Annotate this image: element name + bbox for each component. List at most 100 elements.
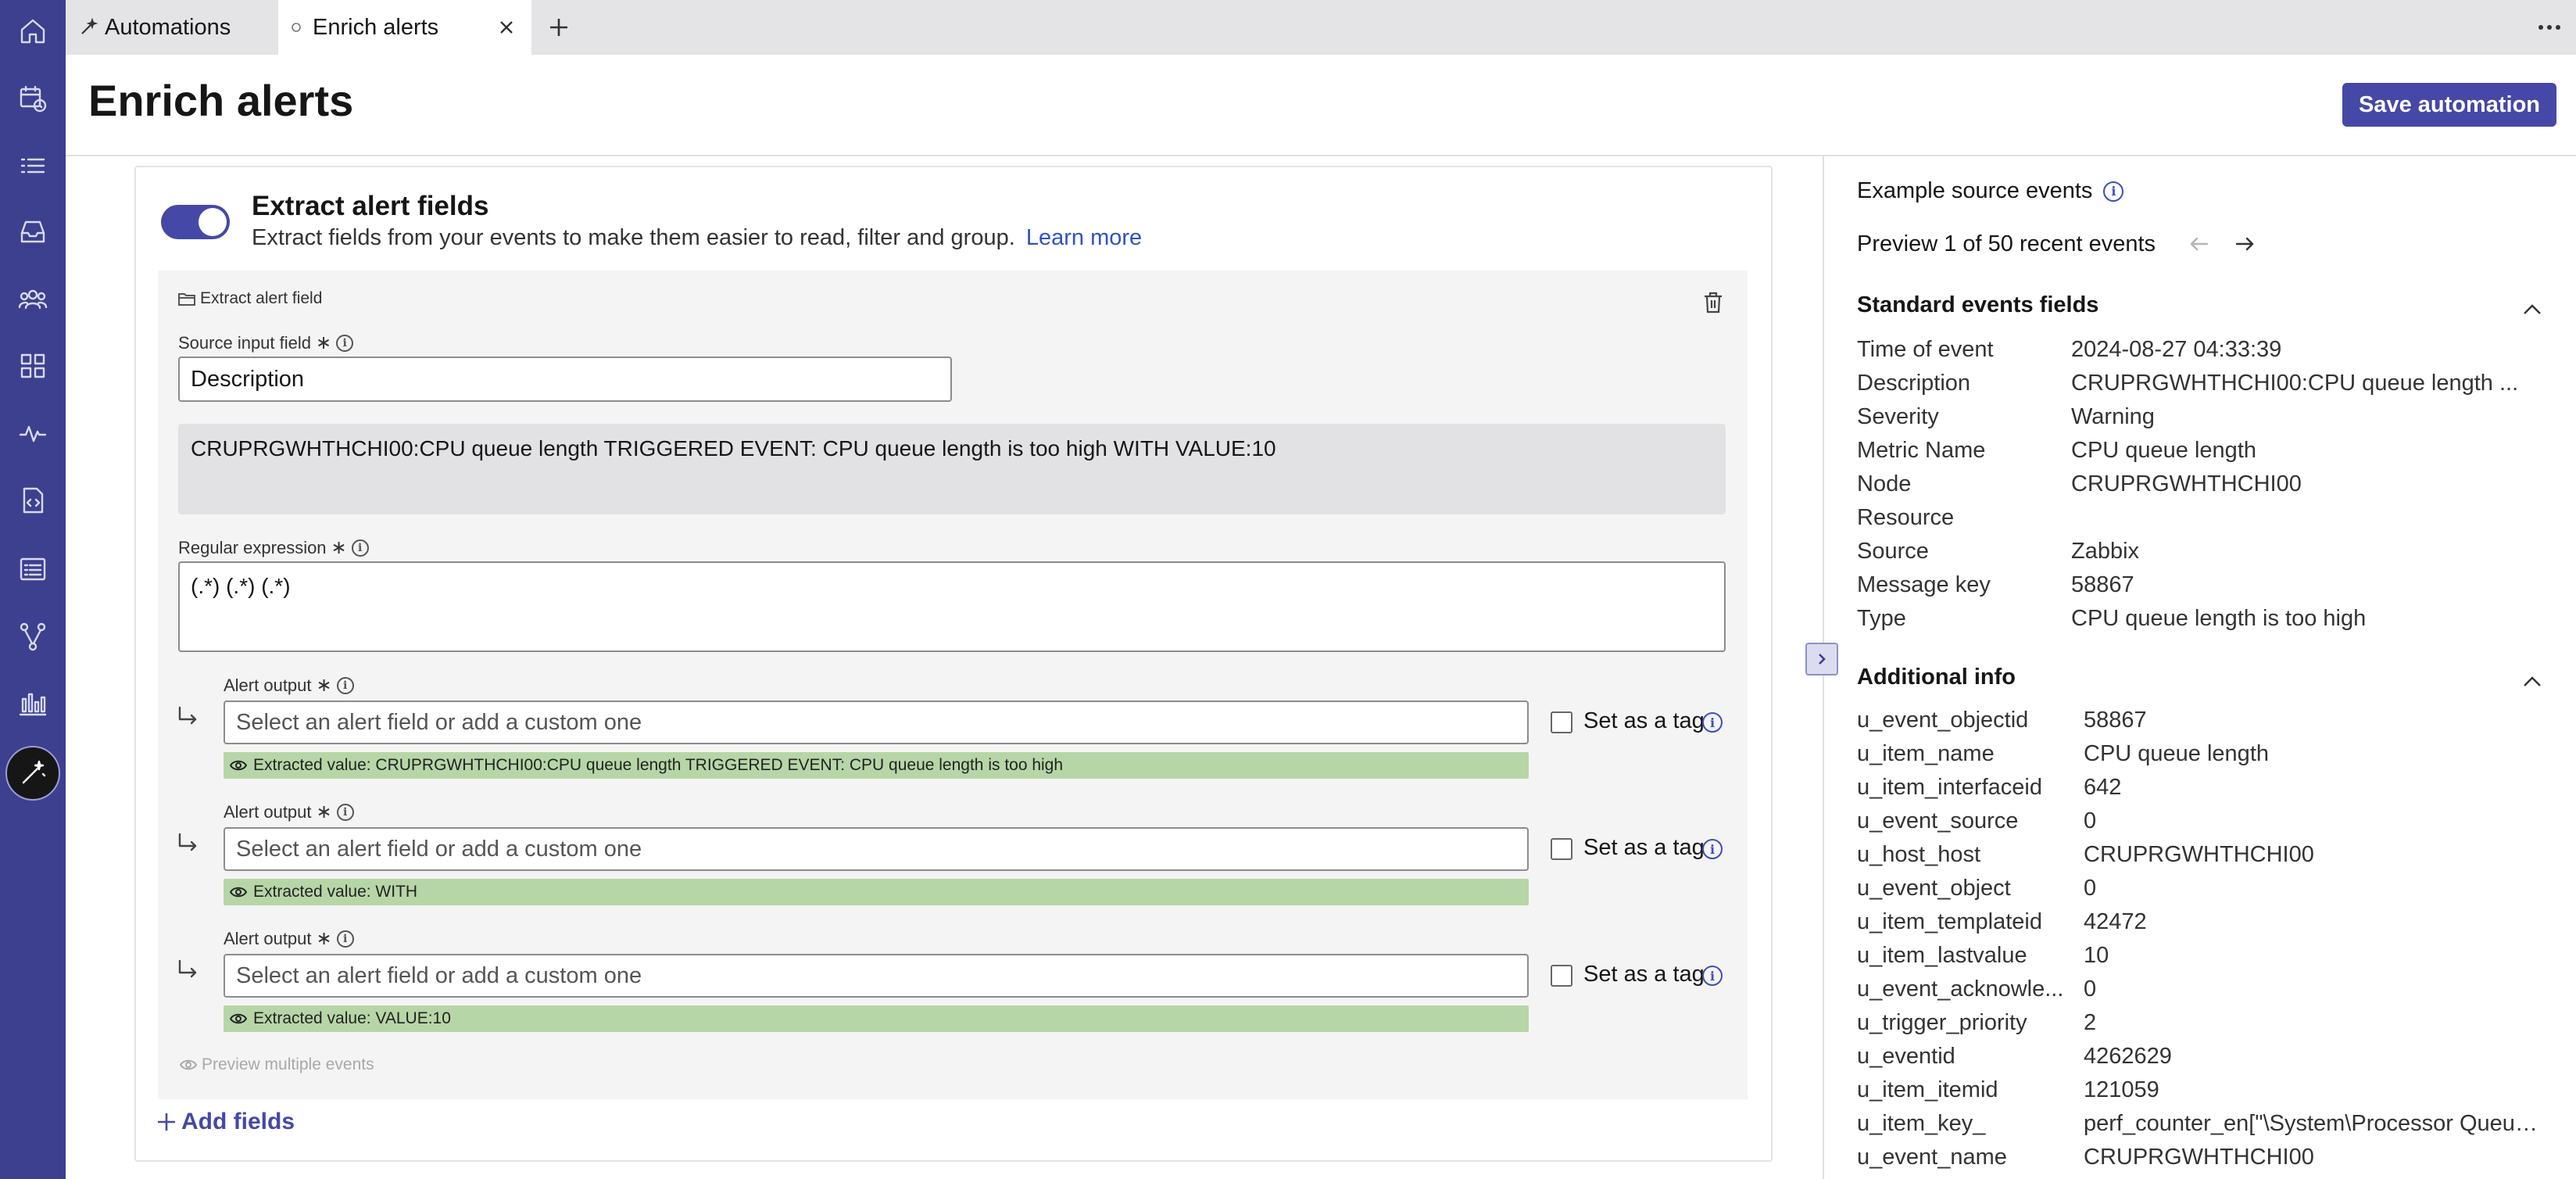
add-tab-button[interactable] bbox=[544, 13, 574, 42]
field-key: u_trigger_priority bbox=[1857, 1010, 2027, 1035]
field-key: Metric Name bbox=[1857, 438, 1986, 463]
return-arrow-icon bbox=[177, 959, 200, 982]
regex-label: Regular expression ∗ i bbox=[178, 536, 369, 559]
info-icon[interactable]: i bbox=[1702, 966, 1723, 986]
source-input-label: Source input field ∗ i bbox=[178, 331, 354, 354]
enable-toggle[interactable] bbox=[161, 205, 230, 239]
required-asterisk: ∗ bbox=[331, 537, 347, 558]
info-icon[interactable]: i bbox=[2103, 181, 2124, 202]
code-file-icon[interactable] bbox=[13, 480, 53, 521]
required-asterisk: ∗ bbox=[316, 675, 332, 696]
set-as-tag-checkbox[interactable] bbox=[1551, 711, 1572, 733]
learn-more-link[interactable]: Learn more bbox=[1026, 225, 1142, 250]
extracted-value: Extracted value: CRUPRGWHTHCHI00:CPU que… bbox=[224, 752, 1529, 779]
preview-counter: Preview 1 of 50 recent events bbox=[1857, 231, 2156, 256]
field-value: Warning bbox=[2071, 404, 2155, 429]
info-icon[interactable]: i bbox=[336, 334, 354, 352]
topology-icon[interactable] bbox=[13, 616, 53, 657]
activity-icon[interactable] bbox=[13, 413, 53, 453]
field-key: u_item_templateid bbox=[1857, 909, 2042, 934]
section-title: Extract alert fields bbox=[252, 191, 489, 221]
list-icon[interactable] bbox=[13, 145, 53, 186]
set-as-tag-label: Set as a tag bbox=[1583, 835, 1705, 860]
field-value: 0 bbox=[2084, 977, 2097, 1002]
wand-icon bbox=[78, 17, 98, 38]
next-event-button[interactable] bbox=[2234, 233, 2257, 256]
automation-wand-icon[interactable] bbox=[5, 746, 60, 801]
calendar-clock-icon[interactable] bbox=[13, 78, 53, 119]
chevron-up-icon[interactable] bbox=[2521, 674, 2545, 697]
tab-enrich-alerts[interactable]: Enrich alerts bbox=[278, 0, 531, 55]
standard-fields-header[interactable]: Standard events fields bbox=[1857, 292, 2098, 318]
field-row: u_trigger_priority 2 bbox=[1857, 1006, 2560, 1040]
field-value: Zabbix bbox=[2071, 539, 2140, 564]
report-list-icon[interactable] bbox=[13, 549, 53, 590]
folder-icon bbox=[178, 293, 195, 306]
field-row: u_event_object 0 bbox=[1857, 872, 2560, 905]
group-icon[interactable] bbox=[13, 278, 53, 319]
field-value: perf_counter_en["\System\Processor Queue… bbox=[2084, 1111, 2545, 1136]
field-value: 642 bbox=[2084, 775, 2122, 800]
more-options-icon[interactable] bbox=[2534, 16, 2565, 39]
field-row: Node CRUPRGWHTHCHI00 bbox=[1857, 468, 2560, 501]
field-key: Time of event bbox=[1857, 337, 1994, 362]
alert-output-label-text: Alert output bbox=[224, 928, 312, 948]
regex-label-text: Regular expression bbox=[178, 537, 327, 557]
preview-multiple-events-link[interactable]: Preview multiple events bbox=[180, 1055, 374, 1074]
field-row: u_item_templateid 42472 bbox=[1857, 905, 2560, 939]
field-value: CPU queue length is too high bbox=[2071, 606, 2367, 631]
info-icon[interactable]: i bbox=[336, 676, 354, 694]
set-as-tag-label: Set as a tag bbox=[1583, 708, 1705, 733]
info-icon[interactable]: i bbox=[336, 930, 354, 948]
collapse-panel-button[interactable] bbox=[1805, 643, 1838, 676]
save-automation-button[interactable]: Save automation bbox=[2342, 83, 2556, 127]
field-key: u_event_objectid bbox=[1857, 708, 2029, 733]
field-key: u_item_interfaceid bbox=[1857, 775, 2042, 800]
delete-field-button[interactable] bbox=[1702, 291, 1726, 316]
info-icon[interactable]: i bbox=[1702, 712, 1723, 733]
return-arrow-icon bbox=[177, 832, 200, 855]
field-key: u_event_object bbox=[1857, 876, 2011, 901]
home-icon[interactable] bbox=[13, 11, 53, 52]
chevron-up-icon[interactable] bbox=[2521, 302, 2545, 325]
field-key: u_event_source bbox=[1857, 808, 2019, 833]
field-key: u_item_name bbox=[1857, 741, 1995, 766]
field-key: Description bbox=[1857, 371, 1971, 396]
alert-output-select[interactable]: Select an alert field or add a custom on… bbox=[224, 701, 1529, 744]
source-input-field[interactable]: Description bbox=[178, 357, 952, 402]
field-key: Message key bbox=[1857, 572, 1991, 597]
field-row: Description CRUPRGWHTHCHI00:CPU queue len… bbox=[1857, 367, 2560, 400]
previous-event-button[interactable] bbox=[2188, 233, 2212, 256]
alert-output-label-text: Alert output bbox=[224, 801, 312, 822]
additional-info-header[interactable]: Additional info bbox=[1857, 665, 2016, 690]
alert-output-select[interactable]: Select an alert field or add a custom on… bbox=[224, 954, 1529, 998]
chevron-right-icon bbox=[1819, 654, 1826, 665]
close-icon[interactable] bbox=[497, 17, 517, 38]
field-row: u_event_name CRUPRGWHTHCHI00 bbox=[1857, 1141, 2560, 1174]
regex-textarea[interactable]: (.*) (.*) (.*) bbox=[178, 561, 1726, 652]
field-key: Type bbox=[1857, 606, 1906, 631]
page-title: Enrich alerts bbox=[88, 76, 354, 125]
set-as-tag-checkbox[interactable] bbox=[1551, 838, 1572, 860]
extracted-value: Extracted value: VALUE:10 bbox=[224, 1005, 1529, 1032]
tab-bar: Automations Enrich alerts bbox=[66, 0, 2576, 55]
field-value: 0 bbox=[2084, 876, 2097, 901]
circle-icon bbox=[286, 17, 306, 38]
field-row: Metric Name CPU queue length bbox=[1857, 434, 2560, 468]
example-events-title: Example source events i bbox=[1857, 178, 2124, 204]
info-icon[interactable]: i bbox=[351, 539, 369, 557]
inbox-icon[interactable] bbox=[13, 211, 53, 252]
arrow-right-icon bbox=[2235, 237, 2254, 251]
field-key: Source bbox=[1857, 539, 1929, 564]
alert-output-select[interactable]: Select an alert field or add a custom on… bbox=[224, 827, 1529, 871]
set-as-tag-checkbox[interactable] bbox=[1551, 965, 1572, 987]
apps-grid-icon[interactable] bbox=[13, 346, 53, 386]
field-row: u_eventid 4262629 bbox=[1857, 1040, 2560, 1073]
add-fields-button[interactable]: Add fields bbox=[156, 1109, 295, 1135]
bar-chart-icon[interactable] bbox=[13, 683, 53, 724]
eye-icon bbox=[230, 887, 247, 898]
info-icon[interactable]: i bbox=[336, 803, 354, 821]
info-icon[interactable]: i bbox=[1702, 839, 1723, 859]
plus-icon bbox=[550, 19, 567, 36]
eye-icon bbox=[230, 760, 247, 771]
